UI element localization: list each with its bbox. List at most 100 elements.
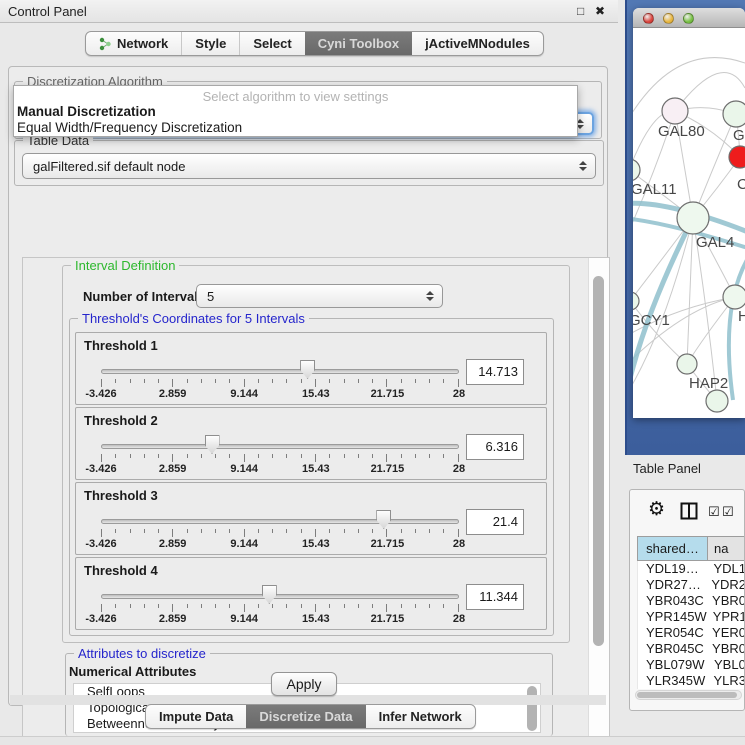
top-right-node-node[interactable] <box>723 101 745 127</box>
tab-network[interactable]: Network <box>86 32 181 55</box>
checkbox-icon[interactable]: ☑ <box>722 504 734 520</box>
tab-label: Infer Network <box>379 709 462 724</box>
network-canvas[interactable]: GAL80GCGAL11GAL4GCY1HHAP2 <box>633 28 745 418</box>
HAP2-node[interactable] <box>677 354 697 374</box>
slider-handle[interactable] <box>376 510 391 529</box>
close-icon[interactable]: ✖ <box>595 4 605 18</box>
cell-name[interactable]: YBR0 <box>706 641 745 657</box>
tab-jactivemnodules[interactable]: jActiveMNodules <box>412 32 543 55</box>
checkbox-icon[interactable]: ☑ <box>708 504 720 520</box>
network-window[interactable]: GAL80GCGAL11GAL4GCY1HHAP2 <box>633 8 745 418</box>
slider-handle[interactable] <box>300 360 315 379</box>
slider-handle[interactable] <box>262 585 277 604</box>
cell-name[interactable]: YBR0 <box>706 593 745 609</box>
threshold-value-field[interactable]: 21.4 <box>466 509 524 535</box>
minimize-traffic-light-icon[interactable] <box>663 13 674 24</box>
tab-infer-network[interactable]: Infer Network <box>366 705 475 728</box>
table-row[interactable]: YBL079WYBL0 <box>638 657 745 673</box>
table-row[interactable]: YBR043CYBR0 <box>638 593 745 609</box>
edge[interactable] <box>633 301 687 364</box>
node-label: HAP2 <box>689 375 728 392</box>
table-row[interactable]: YDL19…YDL1 <box>638 561 745 577</box>
group-title: Threshold's Coordinates for 5 Intervals <box>78 311 309 326</box>
tab-label: Cyni Toolbox <box>318 36 399 51</box>
cell-name[interactable]: YDL1 <box>707 561 745 577</box>
tab-select[interactable]: Select <box>239 32 304 55</box>
table-row[interactable]: YLR345WYLR3 <box>638 673 745 689</box>
edge[interactable] <box>687 218 693 364</box>
GAL80-node[interactable] <box>662 98 688 124</box>
column-header-name[interactable]: na <box>708 537 745 560</box>
cell-shared-name[interactable]: YBL079W <box>638 657 708 673</box>
tab-style[interactable]: Style <box>181 32 239 55</box>
close-traffic-light-icon[interactable] <box>643 13 654 24</box>
table-panel-title: Table Panel <box>633 461 701 476</box>
threshold-value-field[interactable]: 11.344 <box>466 584 524 610</box>
scrollbar-track[interactable] <box>588 258 609 736</box>
panel-title: Control Panel <box>8 4 87 19</box>
highlighted-edge[interactable] <box>729 258 745 400</box>
tick-label: 21.715 <box>371 613 405 625</box>
cell-shared-name[interactable]: YPR145W <box>638 609 707 625</box>
zoom-traffic-light-icon[interactable] <box>683 13 694 24</box>
tab-discretize-data[interactable]: Discretize Data <box>246 705 365 728</box>
tab-impute-data[interactable]: Impute Data <box>146 705 246 728</box>
slider-track[interactable] <box>101 594 459 599</box>
threshold-block: Threshold 3 -3.4262.8599.14415.4321.7152… <box>75 482 547 555</box>
column-header-shared-name[interactable]: shared… <box>638 537 708 560</box>
combo-arrows-icon <box>426 291 434 301</box>
cell-shared-name[interactable]: YDL19… <box>638 561 707 577</box>
cell-shared-name[interactable]: YDR27… <box>638 577 705 593</box>
horizontal-scrollbar[interactable] <box>635 690 742 700</box>
GAL4-node[interactable] <box>677 202 709 234</box>
tick-marks <box>101 604 459 612</box>
tick-label: 28 <box>453 463 465 475</box>
cell-shared-name[interactable]: YER054C <box>638 625 706 641</box>
node-label: GAL11 <box>633 181 677 198</box>
cell-shared-name[interactable]: YLR345W <box>638 673 707 689</box>
slider-track[interactable] <box>101 444 459 449</box>
GCY1-node[interactable] <box>633 292 639 310</box>
right-node-node[interactable] <box>723 285 745 309</box>
slider-track[interactable] <box>101 369 459 374</box>
cell-name[interactable]: YDR2 <box>705 577 745 593</box>
cell-shared-name[interactable]: YBR043C <box>638 593 706 609</box>
cell-name[interactable]: YER0 <box>706 625 745 641</box>
cell-shared-name[interactable]: YBR045C <box>638 641 706 657</box>
tick-label: 15.43 <box>302 388 330 400</box>
table-data-combobox[interactable]: galFiltered.sif default node <box>22 153 596 179</box>
selected-node-node[interactable] <box>729 146 745 168</box>
scrollbar-thumb[interactable] <box>593 276 604 646</box>
tick-label: -3.426 <box>85 388 116 400</box>
split-columns-icon[interactable] <box>680 502 698 520</box>
table-row[interactable]: YPR145WYPR1 <box>638 609 745 625</box>
numerical-attributes-label: Numerical Attributes <box>69 664 196 679</box>
list-scrollbar[interactable] <box>527 686 537 731</box>
number-of-intervals-combobox[interactable]: 5 <box>196 284 443 308</box>
tick-label: 9.144 <box>230 388 258 400</box>
threshold-label: Threshold 2 <box>84 413 158 428</box>
cell-name[interactable]: YBL0 <box>708 657 745 673</box>
network-window-titlebar[interactable] <box>633 8 745 28</box>
table-row[interactable]: YBR045CYBR0 <box>638 641 745 657</box>
horizontal-scrollbar-thumb[interactable] <box>637 692 737 698</box>
slider-track[interactable] <box>101 519 459 524</box>
group-title: Attributes to discretize <box>74 646 210 661</box>
table-row[interactable]: YER054CYER0 <box>638 625 745 641</box>
slider-handle[interactable] <box>205 435 220 454</box>
tick-label: 9.144 <box>230 463 258 475</box>
threshold-value-field[interactable]: 6.316 <box>466 434 524 460</box>
tab-cyni-toolbox[interactable]: Cyni Toolbox <box>305 32 412 55</box>
apply-button[interactable]: Apply <box>271 672 337 696</box>
dropdown-option-manual-discretization[interactable]: Manual Discretization <box>14 104 577 120</box>
float-window-icon[interactable]: □ <box>577 4 584 18</box>
dropdown-option-equal-width-frequency[interactable]: Equal Width/Frequency Discretization <box>14 120 577 136</box>
cell-name[interactable]: YLR3 <box>707 673 745 689</box>
tick-marks <box>101 529 459 537</box>
gear-icon[interactable]: ⚙ <box>648 498 665 521</box>
threshold-value-field[interactable]: 14.713 <box>466 359 524 385</box>
cell-name[interactable]: YPR1 <box>707 609 745 625</box>
table-row[interactable]: YDR27…YDR2 <box>638 577 745 593</box>
bottom-node-node[interactable] <box>706 390 728 412</box>
tab-label: Discretize Data <box>259 709 352 724</box>
